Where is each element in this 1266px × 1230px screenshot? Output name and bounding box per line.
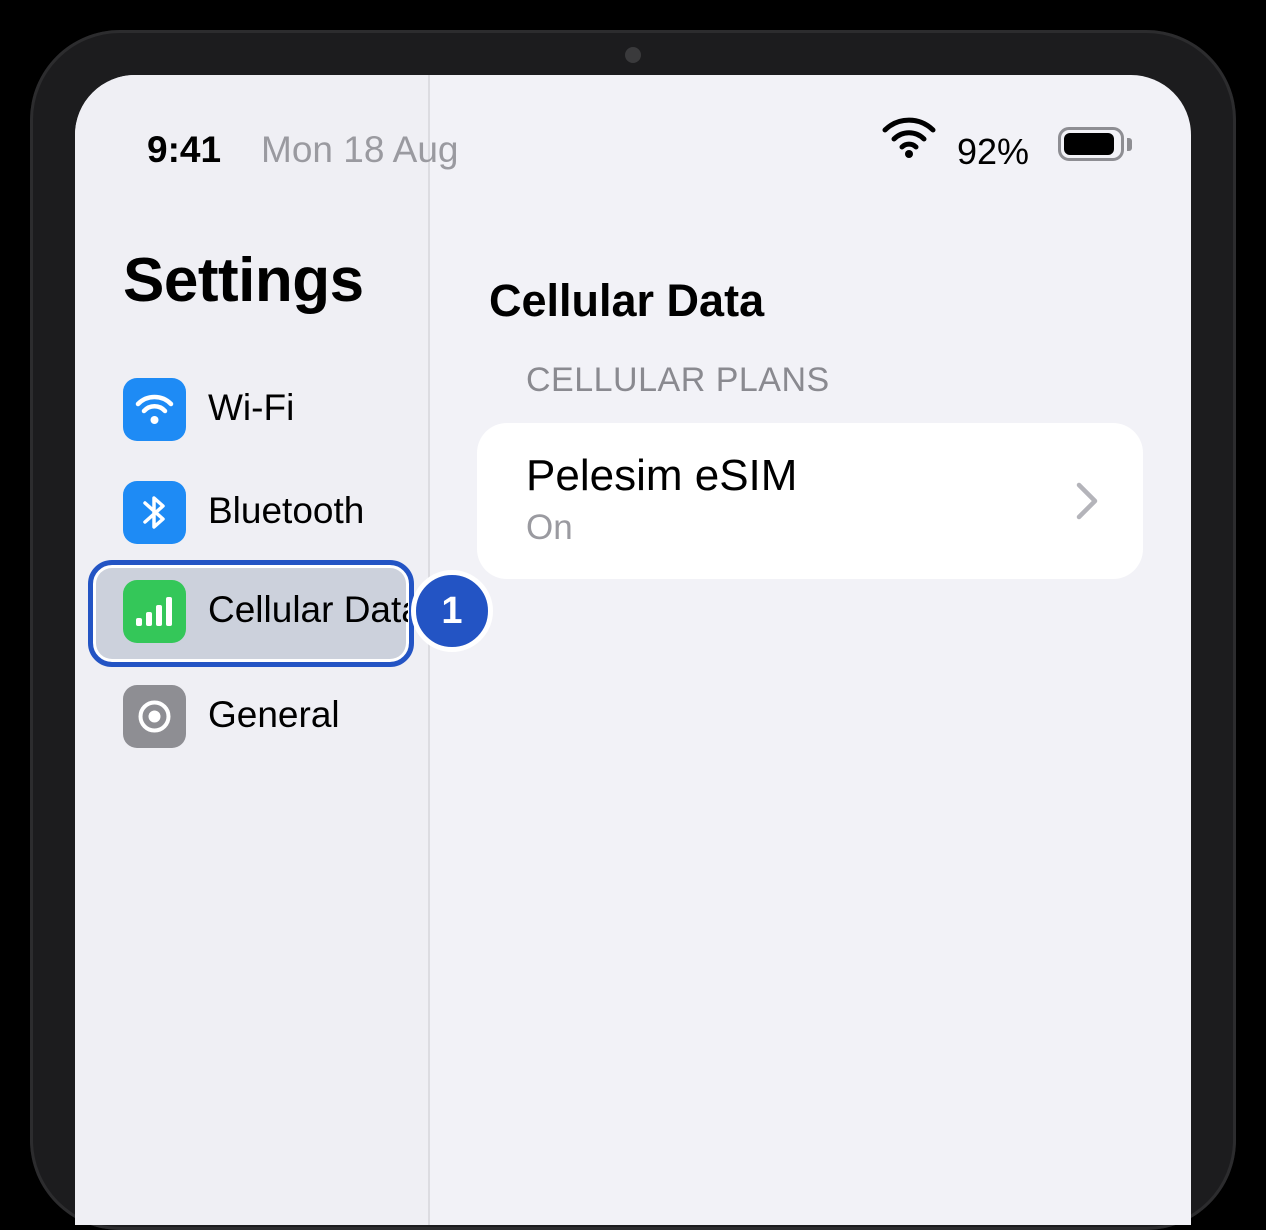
plan-name: Pelesim eSIM [526, 451, 798, 500]
chevron-right-icon [1073, 480, 1101, 522]
battery-nub [1127, 138, 1132, 151]
battery-percent: 92% [957, 131, 1030, 172]
battery-fill [1064, 133, 1114, 155]
front-camera [625, 47, 641, 63]
cellular-icon [123, 580, 186, 643]
status-time: 9:41 [147, 129, 222, 170]
battery-icon [1058, 127, 1124, 161]
wifi-icon [881, 117, 937, 159]
sidebar-item-label: Bluetooth [208, 490, 365, 531]
sidebar-item-label: General [208, 694, 340, 735]
sidebar-item-general[interactable]: General [88, 665, 414, 767]
screen: 9:41 Mon 18 Aug 92% Settings Wi-Fi Bluet… [75, 75, 1191, 1225]
sidebar-item-label: Cellular Data [208, 589, 408, 630]
status-date: Mon 18 Aug [261, 129, 459, 170]
bluetooth-icon [123, 481, 186, 544]
sidebar-title: Settings [123, 246, 364, 315]
sidebar-item-wifi[interactable]: Wi-Fi [88, 358, 414, 460]
split-divider [428, 75, 430, 1225]
plan-status: On [526, 508, 573, 547]
plan-row-pelesim-esim[interactable]: Pelesim eSIM On [477, 423, 1143, 579]
wifi-icon [123, 378, 186, 441]
sidebar-item-label: Wi-Fi [208, 387, 295, 428]
detail-title: Cellular Data [489, 275, 765, 326]
sidebar-item-bluetooth[interactable]: Bluetooth [88, 461, 414, 563]
step-badge: 1 [411, 570, 493, 652]
section-header: CELLULAR PLANS [526, 361, 830, 399]
gear-icon [123, 685, 186, 748]
sidebar-item-cellular-data[interactable]: Cellular Data [88, 560, 414, 667]
